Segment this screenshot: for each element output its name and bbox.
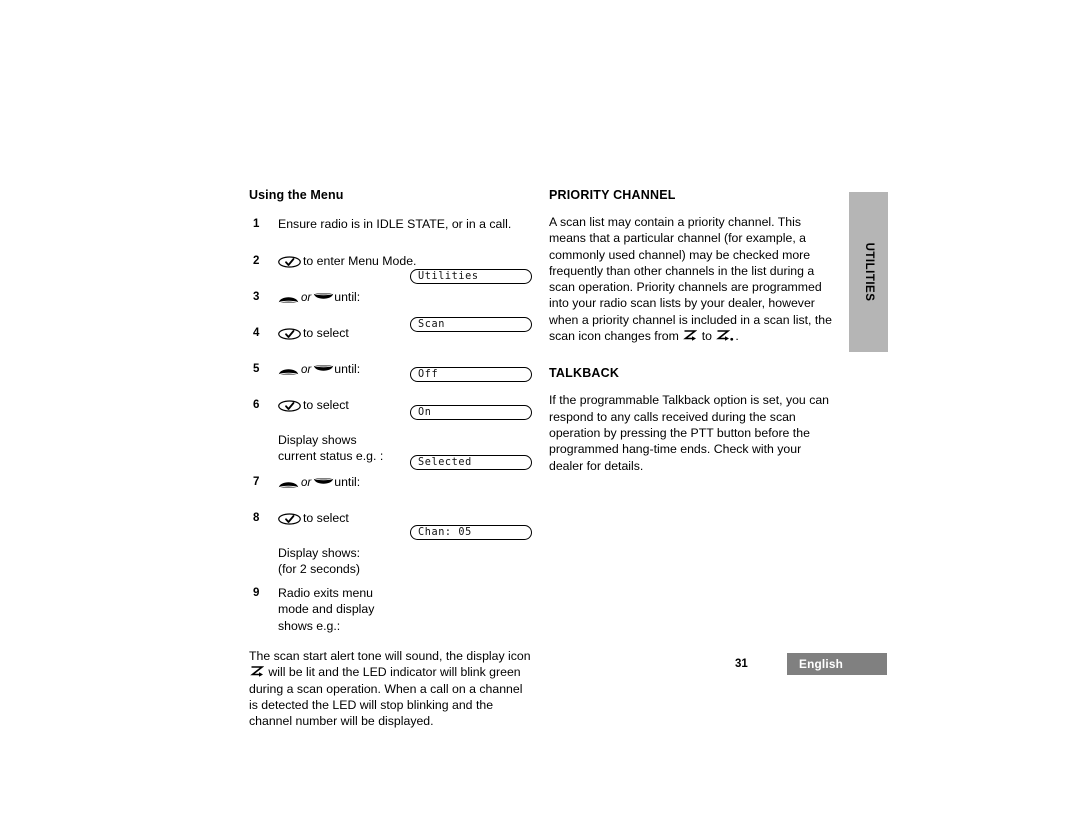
step-label: until: [334, 474, 361, 489]
paragraph-end: . [735, 329, 739, 344]
up-button-icon [278, 364, 299, 376]
section-heading-priority-channel: PRIORITY CHANNEL [549, 188, 676, 202]
or-label: or [301, 364, 312, 376]
document-page: Using the Menu 1 Ensure radio is in IDLE… [0, 0, 1080, 834]
step-text: Display shows: (for 2 seconds) [278, 545, 361, 576]
up-button-icon [278, 292, 299, 304]
priority-channel-paragraph: A scan list may contain a priority chann… [549, 214, 835, 344]
down-button-icon [313, 477, 334, 489]
lcd-display-off: Off [410, 367, 532, 382]
step-number: 1 [253, 218, 260, 230]
step-text: or until: [278, 474, 534, 491]
up-button-icon [278, 477, 299, 489]
talkback-paragraph: If the programmable Talkback option is s… [549, 393, 830, 473]
lcd-display-scan: Scan [410, 317, 532, 332]
list-item: 9 Radio exits menu mode and display show… [249, 585, 534, 634]
step-number: 7 [253, 475, 260, 488]
step-label: until: [334, 290, 361, 304]
scan-icon [250, 665, 265, 678]
lcd-text: Chan: 05 [418, 527, 472, 538]
lcd-text: On [418, 407, 432, 418]
paragraph-part-1: The scan start alert tone will sound, th… [249, 649, 531, 664]
step-label: to select [303, 326, 349, 340]
lcd-text: Selected [418, 457, 472, 468]
section-heading-talkback: TALKBACK [549, 366, 620, 381]
list-item: 7 or until: [249, 474, 534, 498]
right-column: PRIORITY CHANNEL A scan list may contain… [549, 188, 835, 474]
ok-button-icon [278, 328, 301, 340]
step-text: Radio exits menu mode and display shows … [278, 586, 375, 633]
page-number: 31 [735, 658, 748, 670]
lcd-text: Off [418, 369, 439, 380]
step-number: 4 [253, 327, 260, 339]
step-number: 3 [253, 291, 260, 303]
step-number: 2 [253, 255, 260, 267]
step-text: to select [278, 510, 534, 526]
paragraph-connector: to [701, 329, 712, 344]
language-label: English [799, 657, 844, 671]
ok-button-icon [278, 512, 301, 525]
step-label: until: [334, 362, 361, 376]
scan-description-paragraph: The scan start alert tone will sound, th… [249, 648, 534, 729]
scan-icon [683, 329, 698, 342]
step-number: 9 [253, 587, 260, 600]
sidebar-tab-label: UTILITIES [862, 242, 875, 302]
lcd-display-utilities: Utilities [410, 269, 532, 284]
section-heading-using-the-menu: Using the Menu [249, 188, 344, 202]
lcd-text: Utilities [418, 271, 479, 282]
down-button-icon [313, 364, 334, 376]
language-badge: English [787, 653, 887, 675]
paragraph-part-2: will be lit and the LED indicator will b… [249, 665, 523, 729]
lcd-text: Scan [418, 319, 445, 330]
lcd-display-channel: Chan: 05 [410, 525, 532, 540]
lcd-display-selected: Selected [410, 455, 532, 470]
or-label: or [301, 292, 312, 304]
list-item: 3 or until: [249, 289, 534, 313]
ok-button-icon [278, 256, 301, 268]
ok-button-icon [278, 400, 301, 412]
priority-scan-icon [716, 329, 734, 342]
step-text: to enter Menu Mode. [278, 253, 534, 269]
step-label: to enter Menu Mode. [303, 254, 417, 268]
down-button-icon [313, 292, 334, 304]
step-text: or until: [278, 289, 534, 306]
step-number: 5 [253, 363, 260, 375]
step-number: 8 [253, 511, 260, 524]
lcd-display-on: On [410, 405, 532, 420]
step-text: Ensure radio is in IDLE STATE, or in a c… [278, 217, 512, 231]
step-number: 6 [253, 399, 260, 411]
list-item: Display shows: (for 2 seconds) [249, 545, 534, 578]
step-label: to select [303, 398, 349, 412]
step-label: to select [303, 510, 349, 525]
or-label: or [301, 476, 312, 489]
paragraph-body: A scan list may contain a priority chann… [549, 215, 832, 344]
list-item: 1 Ensure radio is in IDLE STATE, or in a… [249, 216, 534, 240]
sidebar-tab-utilities: UTILITIES [849, 192, 888, 352]
